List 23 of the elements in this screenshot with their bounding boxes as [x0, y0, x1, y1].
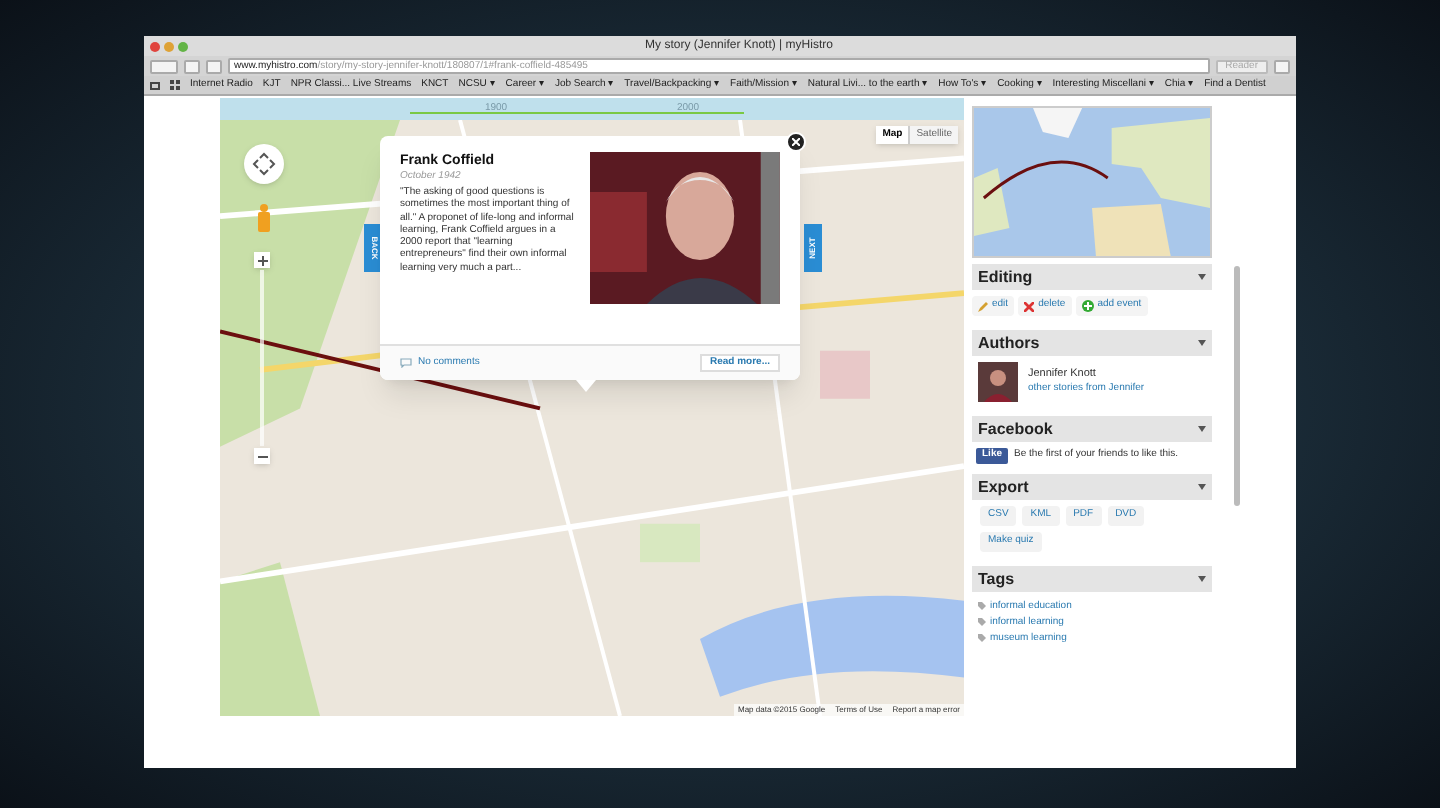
- maximize-icon[interactable]: [178, 41, 188, 51]
- plus-icon: [1081, 300, 1094, 312]
- grid-icon[interactable]: [170, 80, 180, 90]
- cross-icon: [1024, 301, 1035, 311]
- caret-icon: [1198, 576, 1206, 582]
- section-header[interactable]: Export: [972, 474, 1212, 500]
- scrollbar-thumb[interactable]: [1233, 266, 1239, 506]
- caret-icon: [1198, 340, 1206, 346]
- section-header[interactable]: Facebook: [972, 416, 1212, 442]
- caret-icon: [1198, 484, 1206, 490]
- reading-list-icon[interactable]: [150, 81, 160, 89]
- tabs-button[interactable]: [184, 59, 200, 73]
- close-icon[interactable]: [150, 41, 160, 51]
- caret-icon: [1198, 426, 1206, 432]
- extension-button[interactable]: [1274, 59, 1290, 73]
- add-bookmark-button[interactable]: [206, 59, 222, 73]
- pencil-icon: [978, 301, 988, 311]
- section-header[interactable]: Authors: [972, 330, 1212, 356]
- caret-icon: [1198, 274, 1206, 280]
- avatar-icon: [978, 362, 1018, 402]
- section-header[interactable]: Editing: [972, 264, 1212, 290]
- section-header[interactable]: Tags: [972, 566, 1212, 592]
- minimize-icon[interactable]: [164, 41, 174, 51]
